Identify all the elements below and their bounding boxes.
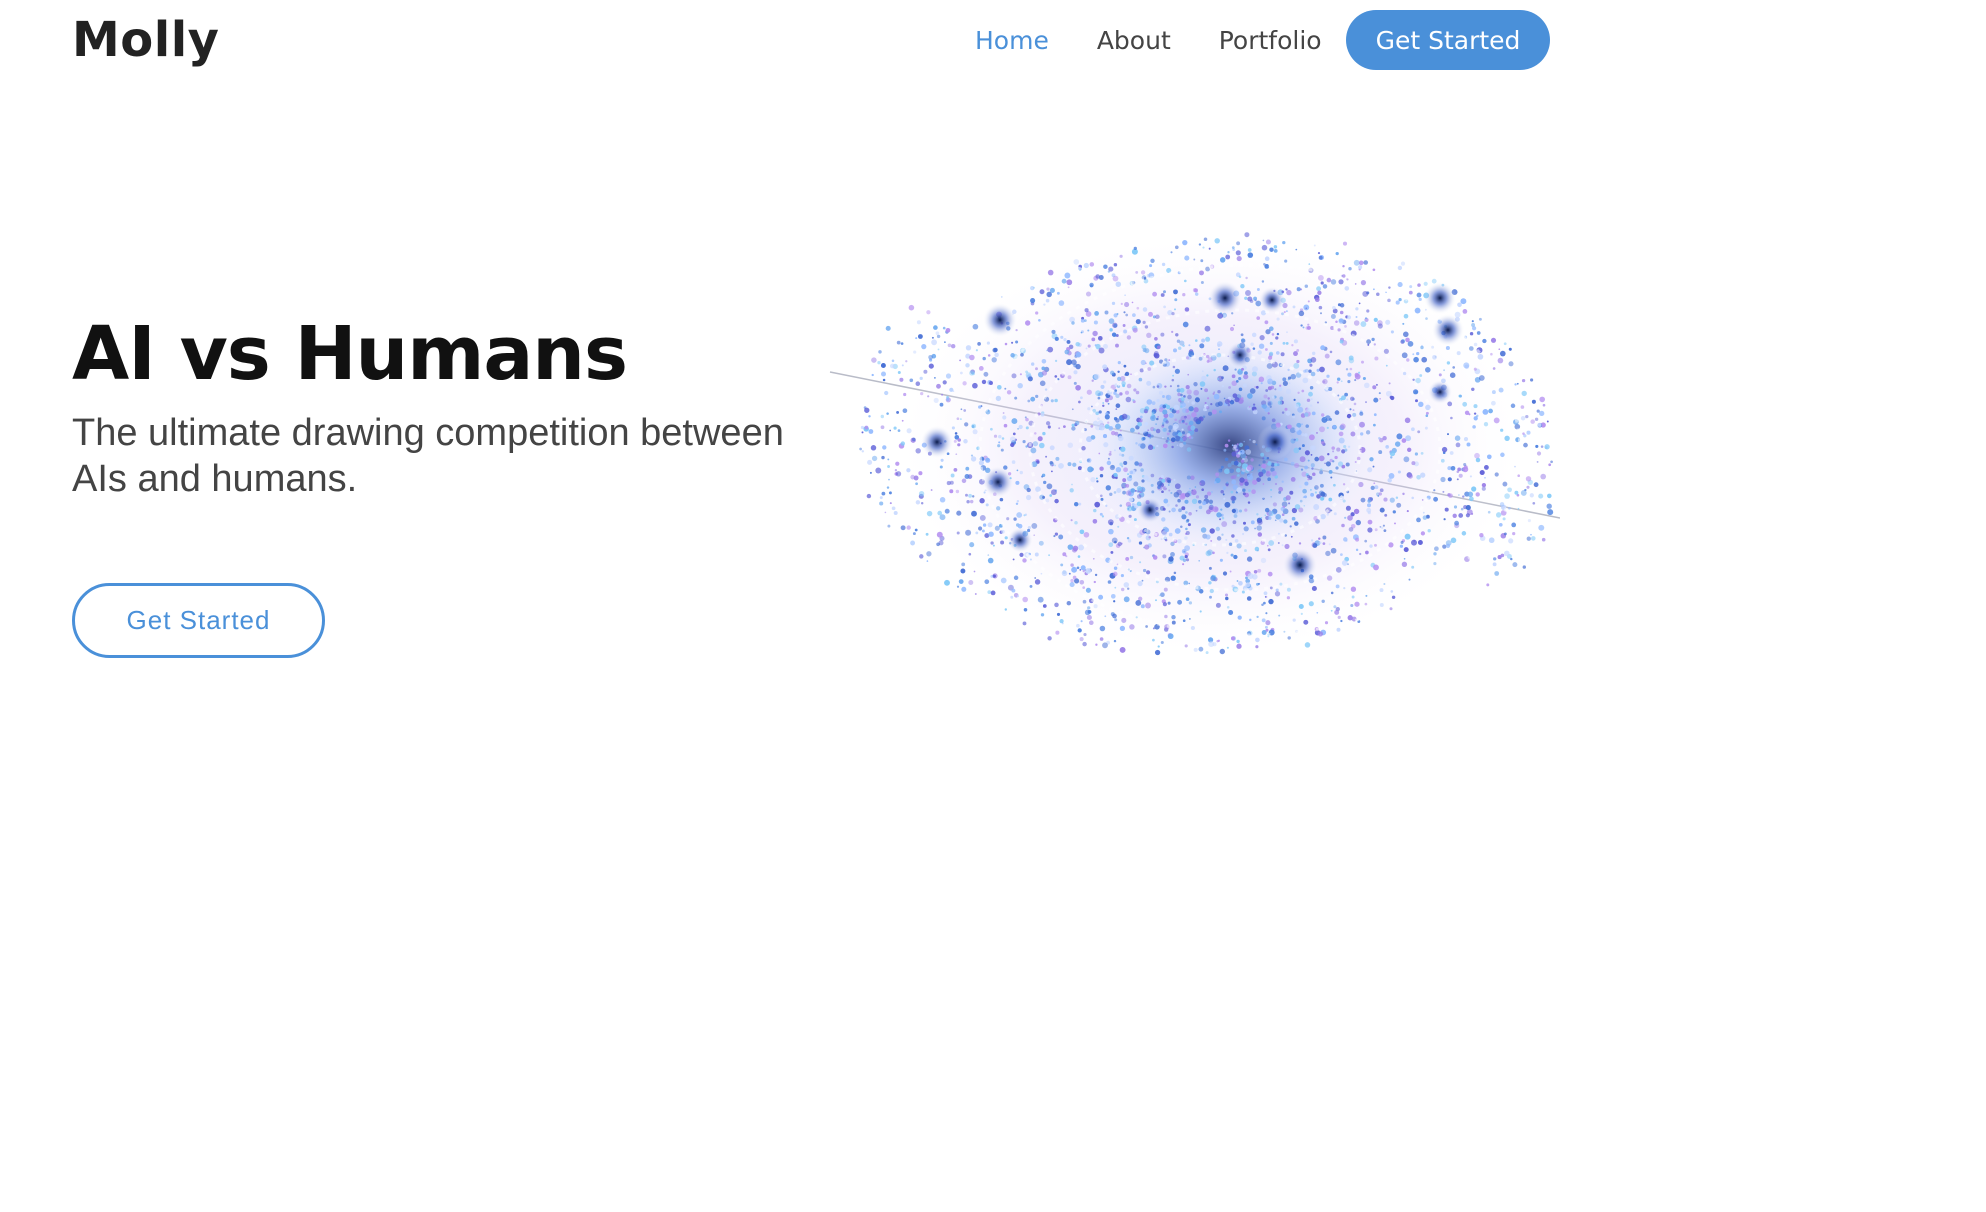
nav-link-home[interactable]: Home xyxy=(975,26,1049,55)
site-logo[interactable]: Molly xyxy=(72,10,219,70)
landing-page: Molly Home About Portfolio Get Started A… xyxy=(0,0,1986,1212)
nav-link-about[interactable]: About xyxy=(1097,26,1171,55)
hero-title: AI vs Humans xyxy=(72,311,628,397)
site-header: Molly Home About Portfolio Get Started xyxy=(0,0,1986,100)
main-nav: Home About Portfolio xyxy=(975,10,1370,70)
header-get-started-button[interactable]: Get Started xyxy=(1346,10,1550,70)
hero-subtitle: The ultimate drawing competition between… xyxy=(72,412,784,500)
galaxy-illustration xyxy=(820,210,1560,680)
galaxy-swirl-image xyxy=(829,230,1560,660)
nav-link-portfolio[interactable]: Portfolio xyxy=(1219,26,1322,55)
hero-get-started-button[interactable]: Get Started xyxy=(72,583,325,658)
